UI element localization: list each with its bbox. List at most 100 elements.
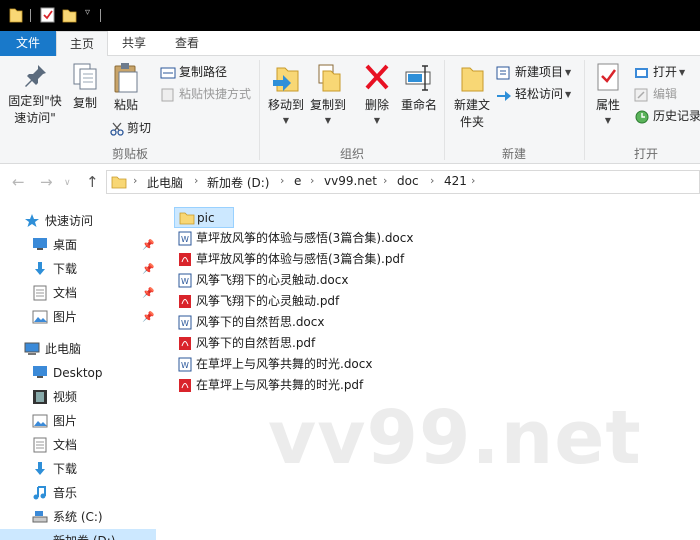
file-row-folder[interactable]: pic	[174, 207, 234, 228]
picture-icon	[32, 310, 48, 324]
file-row[interactable]: 草坪放风筝的体验与感悟(3篇合集).pdf	[174, 249, 434, 270]
desktop-icon	[33, 238, 47, 250]
move-to-dropdown-icon: ▼	[282, 116, 290, 125]
new-folder-button[interactable]: 新建文件夹	[450, 62, 494, 131]
nav-item-label: 快速访问	[45, 214, 94, 228]
properties-label: 属性	[595, 98, 620, 112]
breadcrumb-item[interactable]: 新加卷 (D:)	[207, 174, 269, 191]
rename-button[interactable]: 重命名	[398, 62, 440, 114]
breadcrumb-item[interactable]: e	[294, 174, 301, 188]
paste-icon	[114, 63, 138, 93]
svg-text:W: W	[181, 277, 189, 286]
recent-locations-icon[interactable]: ∨	[64, 178, 71, 188]
move-to-button[interactable]: 移动到 ▼	[264, 62, 308, 129]
history-button[interactable]: 历史记录	[634, 106, 700, 126]
open-dropdown-icon: ▼	[679, 67, 686, 77]
copy-path-button[interactable]: 复制路径	[160, 62, 227, 82]
breadcrumb-separator-icon[interactable]: ›	[383, 174, 387, 187]
tab-file[interactable]: 文件	[0, 31, 56, 56]
pdf-icon	[179, 295, 191, 308]
paste-shortcut-button[interactable]: 粘贴快捷方式	[160, 84, 251, 104]
breadcrumb-item[interactable]: 421	[444, 174, 467, 188]
forward-icon[interactable]: →	[40, 173, 53, 191]
title-bar: ▿	[0, 0, 700, 31]
file-row[interactable]: W 在草坪上与风筝共舞的时光.docx	[174, 354, 394, 375]
nav-item-pictures[interactable]: 图片 📌	[0, 305, 156, 329]
tab-view[interactable]: 查看	[162, 31, 212, 56]
nav-item-desktop[interactable]: 桌面 📌	[0, 233, 156, 257]
new-group-label: 新建	[501, 147, 526, 161]
rename-icon	[405, 65, 431, 91]
file-row[interactable]: W 草坪放风筝的体验与感悟(3篇合集).docx	[174, 228, 434, 249]
file-name: pic	[197, 211, 215, 225]
nav-item-label: 新加卷 (D:)	[53, 529, 115, 540]
breadcrumb-separator-icon[interactable]: ›	[280, 174, 284, 187]
copy-path-label: 复制路径	[179, 65, 228, 79]
nav-item-music[interactable]: 音乐	[0, 481, 156, 505]
open-button[interactable]: 打开 ▼	[634, 62, 685, 82]
breadcrumb-separator-icon[interactable]: ›	[133, 174, 137, 187]
new-item-button[interactable]: 新建项目 ▼	[496, 62, 571, 82]
delete-button[interactable]: 删除 ▼	[360, 62, 394, 129]
file-name: 草坪放风筝的体验与感悟(3篇合集).docx	[196, 231, 414, 245]
new-folder-icon[interactable]	[62, 7, 78, 23]
nav-item-label: 图片	[53, 414, 78, 428]
tab-share[interactable]: 共享	[110, 31, 158, 56]
file-row[interactable]: W 风筝飞翔下的心灵触动.docx	[174, 270, 374, 291]
nav-item-videos[interactable]: 视频	[0, 385, 156, 409]
breadcrumb-item[interactable]: vv99.net	[324, 174, 377, 188]
pin-icon	[25, 65, 46, 87]
properties-icon[interactable]	[40, 7, 56, 23]
breadcrumb-item[interactable]: doc	[397, 174, 419, 188]
drive-icon	[32, 511, 48, 523]
nav-item-this-pc[interactable]: 此电脑	[0, 337, 156, 361]
nav-item-drive-c[interactable]: 系统 (C:)	[0, 505, 156, 529]
nav-item-documents[interactable]: 文档 📌	[0, 281, 156, 305]
ribbon-tabs: 文件 主页 共享 查看	[0, 31, 700, 57]
easy-access-button[interactable]: 轻松访问 ▼	[496, 84, 571, 104]
nav-item-desktop-pc[interactable]: Desktop	[0, 361, 156, 385]
copy-to-icon	[318, 64, 341, 92]
breadcrumb-separator-icon[interactable]: ›	[471, 174, 475, 187]
properties-button[interactable]: 属性 ▼	[590, 62, 626, 129]
nav-item-pictures-pc[interactable]: 图片	[0, 409, 156, 433]
copy-to-button[interactable]: 复制到 ▼	[306, 62, 350, 129]
pin-icon: 📌	[142, 312, 155, 323]
address-bar[interactable]: › 此电脑 › 新加卷 (D:) › e › vv99.net › doc › …	[106, 170, 700, 194]
file-row[interactable]: W 风筝下的自然哲思.docx	[174, 312, 354, 333]
nav-item-drive-d[interactable]: 新加卷 (D:)	[0, 529, 156, 540]
copy-to-label: 复制到	[309, 98, 346, 112]
desktop-icon	[33, 366, 47, 378]
file-name: 在草坪上与风筝共舞的时光.docx	[196, 357, 373, 371]
pin-quick-access-button[interactable]: 固定到"快速访问"	[4, 62, 66, 127]
nav-item-downloads-pc[interactable]: 下载	[0, 457, 156, 481]
folder-icon	[9, 8, 23, 23]
nav-item-label: 此电脑	[45, 342, 82, 356]
cut-button[interactable]: 剪切	[110, 118, 151, 138]
file-row[interactable]: 风筝飞翔下的心灵触动.pdf	[174, 291, 374, 312]
breadcrumb-separator-icon[interactable]: ›	[194, 174, 198, 187]
nav-item-label: 系统 (C:)	[53, 510, 103, 524]
nav-item-documents-pc[interactable]: 文档	[0, 433, 156, 457]
new-folder-icon	[461, 67, 484, 92]
folder-icon	[179, 212, 195, 225]
watermark: vv99.net	[268, 395, 642, 481]
pin-quick-access-label: 固定到"快速访问"	[8, 94, 62, 125]
breadcrumb-separator-icon[interactable]: ›	[310, 174, 314, 187]
easy-access-dropdown-icon: ▼	[565, 89, 572, 99]
file-row[interactable]: 在草坪上与风筝共舞的时光.pdf	[174, 375, 394, 396]
copy-button[interactable]: 复制	[68, 62, 102, 112]
nav-item-quick-access[interactable]: 快速访问	[0, 209, 156, 233]
breadcrumb-item[interactable]: 此电脑	[147, 174, 183, 191]
edit-button[interactable]: 编辑	[634, 84, 677, 104]
file-row[interactable]: 风筝下的自然哲思.pdf	[174, 333, 354, 354]
back-icon[interactable]: ←	[12, 173, 25, 191]
tab-home[interactable]: 主页	[56, 31, 108, 57]
picture-icon	[32, 414, 48, 428]
paste-button[interactable]: 粘贴	[108, 62, 144, 114]
quick-access-toolbar-dropdown[interactable]: ▿	[85, 7, 90, 18]
up-icon[interactable]: ↑	[86, 173, 99, 191]
nav-item-label: 音乐	[53, 486, 78, 500]
nav-item-downloads[interactable]: 下载 📌	[0, 257, 156, 281]
breadcrumb-separator-icon[interactable]: ›	[430, 174, 434, 187]
